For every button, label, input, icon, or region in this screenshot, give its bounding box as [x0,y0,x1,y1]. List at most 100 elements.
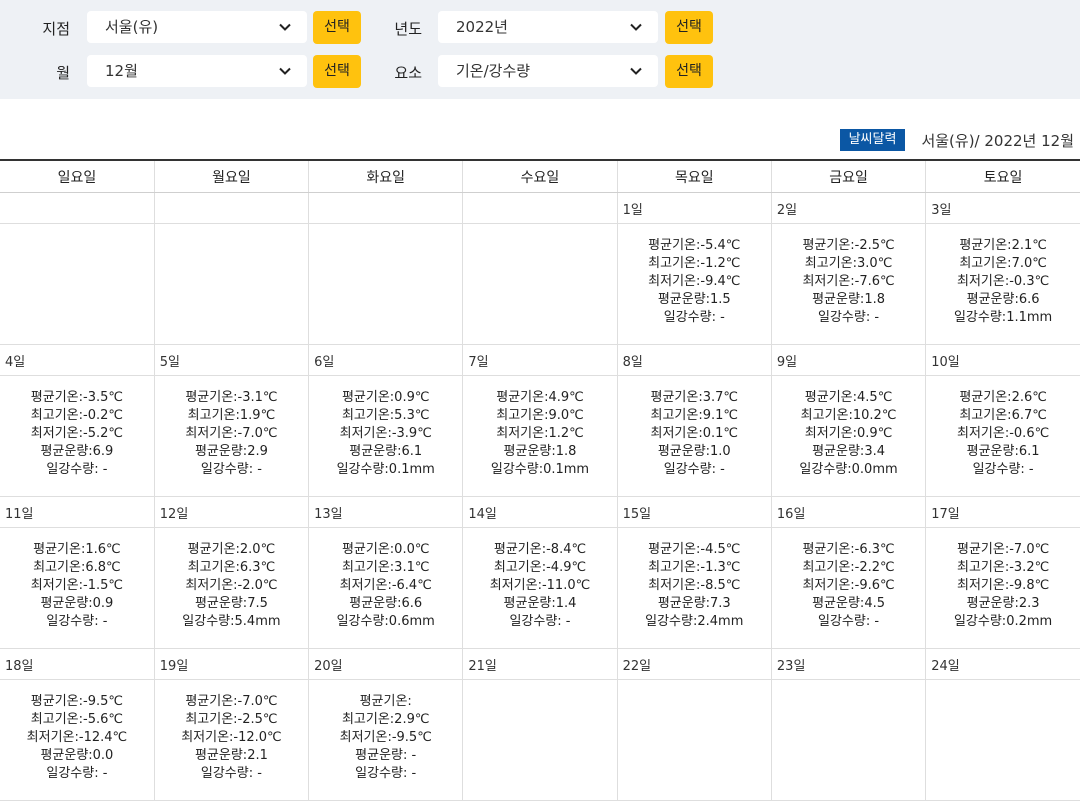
weather-stat-line: 평균기온:-9.5℃ [30,694,123,709]
weather-stat-line: 최고기온:-5.6℃ [30,712,123,727]
element-label: 요소 [394,64,422,82]
day-number: 4일 [5,355,26,370]
weather-stat-line: 평균기온:-8.4℃ [493,542,587,557]
weather-stat-line: 일강수량: - [663,310,725,325]
weather-stat-line: 최저기온:-7.0℃ [185,426,278,441]
weather-stat-line: 평균운량:2.9 [194,444,268,459]
weather-cell-data [926,680,1080,693]
weather-stat-line: 일강수량: - [355,766,417,781]
weather-stat-line: 일강수량:5.4mm [182,614,281,629]
chevron-down-icon [630,67,642,75]
weather-stat-line: 최저기온:-6.4℃ [339,578,432,593]
weather-cell: 평균기온:4.9℃ 최고기온:9.0℃ 최저기온:1.2℃ 평균운량:1.8 일강수량:… [462,375,618,497]
date-row: 1일 2일 3일 [0,192,1080,224]
weekday-header: 수요일 [462,159,618,193]
weather-stat-line: 평균운량:6.6 [966,292,1040,307]
month-select-button[interactable]: 선택 [313,55,361,88]
day-number [0,193,154,199]
date-cell: 11일 [0,496,155,528]
element-select[interactable]: 기온/강수량 [438,55,658,87]
weather-stat-line: 최고기온:-2.2℃ [802,560,895,575]
weather-stat-line: 일강수량: - [818,614,880,629]
weather-cell-data: 평균기온:-7.0℃ 최고기온:-2.5℃ 최저기온:-12.0℃ 평균운량:2.1 일… [155,680,308,783]
weather-stat-line: 최저기온:-9.5℃ [339,730,432,745]
weather-cell: 평균기온:-3.5℃ 최고기온:-0.2℃ 최저기온:-5.2℃ 평균운량:6.9 일강… [0,375,155,497]
weather-cell-data [155,224,308,237]
weather-data-row: 평균기온:-5.4℃ 최고기온:-1.2℃ 최저기온:-9.4℃ 평균운량:1.5 일강… [0,223,1080,345]
weather-stat-line: 일강수량: - [46,766,108,781]
weather-stat-line: 일강수량:0.0mm [799,462,898,477]
weather-stat-line: 평균운량:0.9 [40,596,114,611]
weekday-header: 토요일 [925,159,1080,193]
month-select[interactable]: 12월 [87,55,307,87]
date-cell: 15일 [616,496,772,528]
weather-stat-line: 최저기온:-8.5℃ [648,578,741,593]
weather-stat-line: 평균기온:2.0℃ [187,542,276,557]
weather-cell: 평균기온:3.7℃ 최고기온:9.1℃ 최저기온:0.1℃ 평균운량:1.0 일강수량:… [616,375,772,497]
day-number: 3일 [931,203,952,218]
day-number: 5일 [159,355,181,370]
weather-stat-line: 평균운량: - [355,748,417,763]
day-number: 1일 [622,203,643,218]
station-label: 지점 [42,20,70,38]
weather-cell-data: 평균기온:-2.5℃ 최고기온:3.0℃ 최저기온:-7.6℃ 평균운량:1.8 일강수… [772,224,925,327]
date-cell: 18일 [0,648,155,680]
date-cell: 1일 [616,192,772,224]
element-select-button[interactable]: 선택 [665,55,713,88]
station-select-button[interactable]: 선택 [313,11,361,44]
station-select-value: 서울(유) [105,18,159,36]
year-select[interactable]: 2022년 [438,11,658,43]
weather-stat-line: 일강수량: - [46,462,108,477]
weather-stat-line: 최고기온:3.1℃ [341,560,430,575]
weather-cell: 평균기온:0.9℃ 최고기온:5.3℃ 최저기온:-3.9℃ 평균운량:6.1 일강수량… [308,375,463,497]
weather-stat-line: 일강수량:0.2mm [953,614,1053,629]
date-cell: 19일 [153,648,309,680]
filter-panel: 지점 서울(유) 선택 년도 2022년 선택 월 12월 선택 요소 기온/강… [0,0,1080,99]
weather-stat-line: 최고기온:6.3℃ [187,560,276,575]
weather-stat-line: 일강수량: - [200,766,262,781]
weather-stat-line: 최고기온:2.9℃ [341,712,430,727]
date-cell: 22일 [616,648,772,680]
date-cell: 7일 [462,344,618,376]
weather-stat-line: 최고기온:9.0℃ [496,408,584,423]
weather-cell-data [463,224,616,237]
day-number: 2일 [776,203,798,218]
weekday-header: 일요일 [0,159,155,193]
weather-cell-data: 평균기온:1.6℃ 최고기온:6.8℃ 최저기온:-1.5℃ 평균운량:0.9 일강수량… [0,528,154,631]
date-cell: 9일 [770,344,926,376]
weather-stat-line: 최고기온:5.3℃ [341,408,430,423]
weather-stat-line: 평균기온:0.9℃ [341,390,430,405]
date-cell: 24일 [925,648,1080,680]
weather-stat-line: 일강수량: - [972,462,1034,477]
station-select[interactable]: 서울(유) [87,11,307,43]
weather-cell: 평균기온:-7.0℃ 최고기온:-2.5℃ 최저기온:-12.0℃ 평균운량:2.1 일… [153,679,309,801]
weather-stat-line: 평균운량:2.3 [966,596,1040,611]
weather-cell [153,223,309,345]
weather-stat-line: 평균운량:3.4 [812,444,885,459]
weather-stat-line: 최저기온:-2.0℃ [185,578,278,593]
weather-stat-line: 최고기온:1.9℃ [187,408,276,423]
weather-stat-line: 일강수량: - [818,310,880,325]
weather-stat-line: 평균기온:-3.5℃ [30,390,123,405]
day-number: 19일 [159,659,189,674]
weather-cell: 평균기온:-7.0℃ 최고기온:-3.2℃ 최저기온:-9.8℃ 평균운량:2.3 일강… [925,527,1080,649]
day-number: 11일 [5,507,34,522]
weather-cell-data [0,224,154,237]
element-select-value: 기온/강수량 [456,62,531,80]
weather-stat-line: 최저기온:-11.0℃ [489,578,591,593]
weather-stat-line: 일강수량: - [46,614,108,629]
weather-stat-line: 평균기온:1.6℃ [33,542,121,557]
weather-stat-line: 평균운량:7.5 [194,596,268,611]
weather-cell-data: 평균기온:2.6℃ 최고기온:6.7℃ 최저기온:-0.6℃ 평균운량:6.1 일강수량… [926,376,1080,479]
weather-stat-line: 최저기온:0.1℃ [650,426,739,441]
weather-cell-data: 평균기온:2.1℃ 최고기온:7.0℃ 최저기온:-0.3℃ 평균운량:6.6 일강수량… [926,224,1080,327]
year-select-button[interactable]: 선택 [665,11,713,44]
day-number: 8일 [622,355,643,370]
weather-cell: 평균기온:-5.4℃ 최고기온:-1.2℃ 최저기온:-9.4℃ 평균운량:1.5 일강… [616,223,772,345]
weather-stat-line: 최저기온:-9.8℃ [957,578,1050,593]
weather-stat-line: 평균기온:-3.1℃ [185,390,278,405]
weather-stat-line: 최저기온:-9.6℃ [802,578,895,593]
weather-cell: 평균기온:1.6℃ 최고기온:6.8℃ 최저기온:-1.5℃ 평균운량:0.9 일강수량… [0,527,155,649]
weather-cell: 평균기온:2.0℃ 최고기온:6.3℃ 최저기온:-2.0℃ 평균운량:7.5 일강수량… [153,527,309,649]
date-cell [462,192,618,224]
